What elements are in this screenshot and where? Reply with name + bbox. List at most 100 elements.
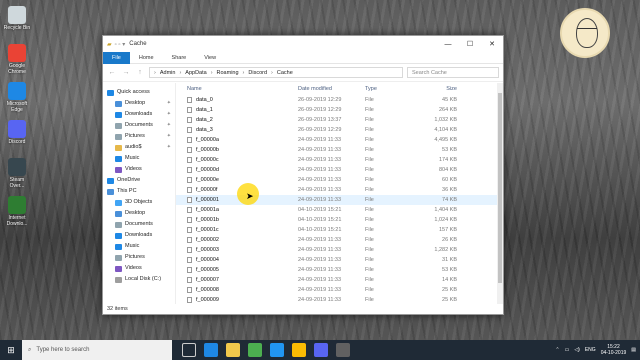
desktop-icon[interactable]: Internet Downlo... — [3, 196, 31, 227]
nav-item[interactable]: Quick access — [103, 87, 175, 98]
file-row[interactable]: f_00000a 24-09-2019 11:33 File 4,495 KB — [176, 135, 503, 145]
back-arrow-icon[interactable]: ← — [107, 69, 117, 76]
nav-item[interactable]: Desktop — [103, 208, 175, 219]
file-row[interactable]: f_000001 24-09-2019 11:33 File 74 KB — [176, 195, 503, 205]
file-row[interactable]: data_3 26-09-2019 12:29 File 4,104 KB — [176, 125, 503, 135]
file-row[interactable]: f_00000f 24-09-2019 11:33 File 36 KB — [176, 185, 503, 195]
volume-icon[interactable]: ◁) — [574, 347, 580, 353]
store-icon[interactable] — [248, 343, 262, 357]
nav-item[interactable]: Desktop ✦ — [103, 98, 175, 109]
breadcrumb-item[interactable]: AppData — [185, 70, 206, 76]
column-type[interactable]: Type — [365, 84, 421, 95]
clock[interactable]: 15:22 04-10-2019 — [601, 344, 627, 356]
taskbar-search[interactable]: ⌕ Type here to search — [22, 340, 172, 360]
file-row[interactable]: f_00000b 24-09-2019 11:33 File 53 KB — [176, 145, 503, 155]
file-name: f_00001b — [196, 217, 219, 223]
file-row[interactable]: f_00000d 24-09-2019 11:33 File 804 KB — [176, 165, 503, 175]
column-name[interactable]: Name — [176, 84, 298, 95]
folder-icon: ▰ — [107, 41, 112, 48]
file-row[interactable]: f_00001a 04-10-2019 15:21 File 1,404 KB — [176, 205, 503, 215]
breadcrumb-item[interactable]: Cache — [277, 70, 293, 76]
nav-item[interactable]: OneDrive — [103, 175, 175, 186]
file-row[interactable]: f_000002 24-09-2019 11:33 File 26 KB — [176, 235, 503, 245]
desktop-icon[interactable]: Recycle Bin — [3, 6, 31, 31]
file-size: 60 KB — [442, 177, 457, 183]
file-row[interactable]: data_0 26-09-2019 12:29 File 45 KB — [176, 95, 503, 105]
file-icon — [187, 147, 192, 153]
file-row[interactable]: f_000003 24-09-2019 11:33 File 1,282 KB — [176, 245, 503, 255]
up-arrow-icon[interactable]: ↑ — [135, 69, 145, 76]
file-row[interactable]: data_2 26-09-2019 13:37 File 1,032 KB — [176, 115, 503, 125]
nav-item[interactable]: audio$ ✦ — [103, 142, 175, 153]
tray-up-icon[interactable]: ⌃ — [555, 347, 559, 353]
nav-item[interactable]: Downloads — [103, 230, 175, 241]
qat-icons[interactable]: ▫ ▫ ▾ — [115, 41, 126, 48]
file-date: 26-09-2019 12:29 — [298, 107, 342, 113]
task-view-icon[interactable] — [182, 343, 196, 357]
file-name-cell: f_000005 — [176, 265, 298, 275]
file-row[interactable]: f_000005 24-09-2019 11:33 File 53 KB — [176, 265, 503, 275]
file-row[interactable]: data_1 26-09-2019 12:29 File 264 KB — [176, 105, 503, 115]
language-indicator[interactable]: ENG — [585, 347, 596, 353]
file-row[interactable]: f_000007 24-09-2019 11:33 File 14 KB — [176, 275, 503, 285]
breadcrumb-item[interactable]: Roaming — [217, 70, 239, 76]
file-row[interactable]: f_000004 24-09-2019 11:33 File 31 KB — [176, 255, 503, 265]
breadcrumb-item[interactable]: Admin — [160, 70, 176, 76]
nav-item[interactable]: Videos — [103, 164, 175, 175]
nav-item[interactable]: Local Disk (C:) — [103, 274, 175, 285]
file-row[interactable]: f_00000e 24-09-2019 11:33 File 60 KB — [176, 175, 503, 185]
file-name: f_000003 — [196, 247, 219, 253]
file-row[interactable]: f_000008 24-09-2019 11:33 File 25 KB — [176, 285, 503, 295]
forward-arrow-icon[interactable]: → — [121, 69, 131, 76]
file-row[interactable]: f_00001b 04-10-2019 15:21 File 1,024 KB — [176, 215, 503, 225]
file-row[interactable]: f_00001c 04-10-2019 15:21 File 157 KB — [176, 225, 503, 235]
media-player-icon[interactable] — [336, 343, 350, 357]
breadcrumb-item[interactable]: Discord — [248, 70, 267, 76]
column-size[interactable]: Size — [421, 84, 457, 95]
nav-item[interactable]: 3D Objects — [103, 197, 175, 208]
desktop-icon[interactable]: Discord — [3, 120, 31, 145]
windows-start-icon[interactable]: ⊞ — [0, 345, 22, 356]
close-button[interactable]: ✕ — [481, 40, 503, 48]
chrome-icon[interactable] — [292, 343, 306, 357]
nav-item[interactable]: Music — [103, 241, 175, 252]
nav-item[interactable]: Downloads ✦ — [103, 109, 175, 120]
nav-item[interactable]: This PC — [103, 186, 175, 197]
file-size: 53 KB — [442, 267, 457, 273]
ribbon-tab-view[interactable]: View — [195, 52, 225, 64]
nav-item[interactable]: Music — [103, 153, 175, 164]
network-icon[interactable]: ▭ — [565, 347, 570, 353]
file-name: f_00000b — [196, 147, 219, 153]
ribbon-tab-home[interactable]: Home — [130, 52, 163, 64]
file-name-cell: f_000008 — [176, 285, 298, 295]
file-explorer-icon[interactable] — [226, 343, 240, 357]
vertical-scrollbar[interactable] — [497, 83, 503, 304]
nav-item[interactable]: Documents ✦ — [103, 120, 175, 131]
ribbon-tab-file[interactable]: File — [103, 51, 130, 64]
nav-item[interactable]: Pictures ✦ — [103, 131, 175, 142]
search-box[interactable]: Search Cache — [407, 67, 499, 78]
desktop-icon[interactable]: Steam Over... — [3, 158, 31, 189]
notifications-icon[interactable]: ▤ — [631, 347, 636, 353]
address-path[interactable]: › Admin › AppData › Roaming › Discord › Cache — [149, 67, 403, 78]
file-name: data_1 — [196, 107, 213, 113]
mail-icon[interactable] — [270, 343, 284, 357]
discord-taskbar-icon[interactable] — [314, 343, 328, 357]
file-explorer-window: ▰ ▫ ▫ ▾ Cache — ☐ ✕ File Home Share View ← … — [102, 35, 504, 315]
file-date: 24-09-2019 11:33 — [298, 147, 342, 153]
edge-icon[interactable] — [204, 343, 218, 357]
nav-item[interactable]: Pictures — [103, 252, 175, 263]
nav-folder-icon — [115, 133, 122, 140]
file-name: f_000007 — [196, 277, 219, 283]
desktop-icon[interactable]: Google Chrome — [3, 44, 31, 75]
file-row[interactable]: f_00000c 24-09-2019 11:33 File 174 KB — [176, 155, 503, 165]
nav-item[interactable]: Documents — [103, 219, 175, 230]
minimize-button[interactable]: — — [437, 41, 459, 48]
column-date[interactable]: Date modified — [298, 84, 365, 95]
desktop-icon[interactable]: Microsoft Edge — [3, 82, 31, 113]
ribbon-tab-share[interactable]: Share — [163, 52, 196, 64]
desktop-icon-label: Google Chrome — [8, 63, 26, 75]
maximize-button[interactable]: ☐ — [459, 40, 481, 48]
nav-item[interactable]: Videos — [103, 263, 175, 274]
file-size: 1,404 KB — [434, 207, 457, 213]
